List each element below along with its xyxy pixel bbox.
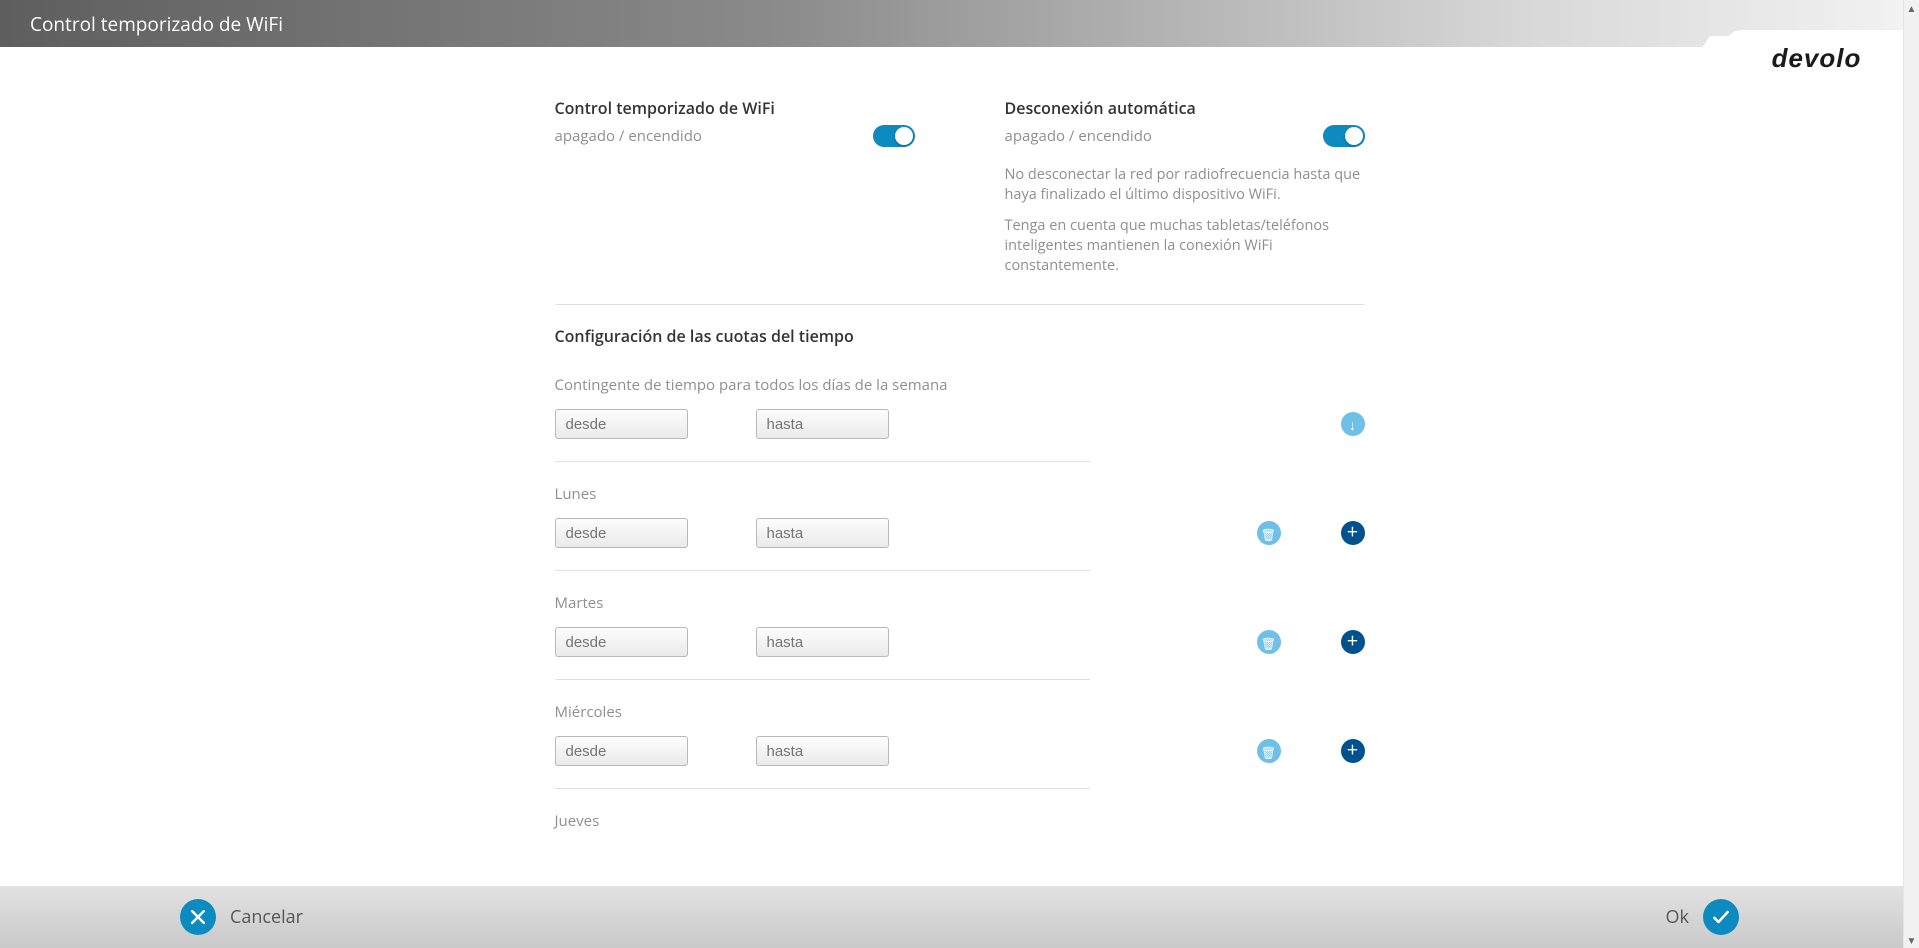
brand-logo: devolo [1772, 43, 1862, 74]
quota-title: Configuración de las cuotas del tiempo [555, 325, 1365, 347]
vertical-scrollbar[interactable]: ▲ ▼ [1903, 0, 1919, 948]
day-label: Jueves [555, 811, 1365, 831]
close-icon [180, 899, 216, 935]
martes-from-input[interactable] [555, 627, 688, 657]
trash-icon [1261, 740, 1276, 762]
auto-disconnect-desc1: No desconectar la red por radiofrecuenci… [1005, 165, 1365, 206]
plus-icon: + [1347, 631, 1358, 651]
wifi-timed-control-section: Control temporizado de WiFi apagado / en… [555, 97, 915, 276]
lunes-from-input[interactable] [555, 518, 688, 548]
quota-all-days-label: Contingente de tiempo para todos los día… [555, 375, 1365, 395]
miercoles-from-input[interactable] [555, 736, 688, 766]
delete-row-button[interactable] [1257, 630, 1281, 654]
all-days-to-input[interactable] [756, 409, 889, 439]
auto-disconnect-subtitle: apagado / encendido [1005, 126, 1152, 146]
divider [555, 304, 1365, 305]
footer-bar: Cancelar Ok [0, 886, 1919, 948]
check-icon [1703, 899, 1739, 935]
plus-icon: + [1347, 522, 1358, 542]
add-row-button[interactable]: + [1341, 521, 1365, 545]
brand-logo-zone: devolo [1724, 30, 1909, 70]
day-divider [555, 679, 1090, 680]
trash-icon [1261, 522, 1276, 544]
quota-day-martes: Martes + [555, 593, 1365, 657]
quota-all-days: Contingente de tiempo para todos los día… [555, 375, 1365, 439]
wifi-control-toggle[interactable] [873, 125, 915, 147]
auto-disconnect-toggle[interactable] [1323, 125, 1365, 147]
copy-down-button[interactable] [1341, 412, 1365, 436]
add-row-button[interactable]: + [1341, 739, 1365, 763]
quota-day-lunes: Lunes + [555, 484, 1365, 548]
auto-disconnect-desc2: Tenga en cuenta que muchas tabletas/telé… [1005, 216, 1365, 277]
day-label: Miércoles [555, 702, 1365, 722]
plus-icon: + [1347, 740, 1358, 760]
ok-label: Ok [1666, 905, 1689, 929]
day-divider [555, 570, 1090, 571]
martes-to-input[interactable] [756, 627, 889, 657]
day-label: Lunes [555, 484, 1365, 504]
scroll-up-arrow[interactable]: ▲ [1904, 0, 1919, 16]
arrow-down-icon [1349, 413, 1356, 435]
wifi-control-title: Control temporizado de WiFi [555, 97, 915, 119]
quota-section: Configuración de las cuotas del tiempo C… [555, 325, 1365, 831]
all-days-from-input[interactable] [555, 409, 688, 439]
page-header: Control temporizado de WiFi [0, 0, 1919, 47]
day-divider [555, 788, 1090, 789]
day-divider [555, 461, 1090, 462]
delete-row-button[interactable] [1257, 521, 1281, 545]
quota-day-jueves: Jueves [555, 811, 1365, 831]
lunes-to-input[interactable] [756, 518, 889, 548]
cancel-button[interactable]: Cancelar [180, 899, 303, 935]
add-row-button[interactable]: + [1341, 630, 1365, 654]
page-title: Control temporizado de WiFi [30, 11, 283, 37]
scroll-down-arrow[interactable]: ▼ [1904, 932, 1919, 948]
ok-button[interactable]: Ok [1666, 899, 1739, 935]
wifi-control-subtitle: apagado / encendido [555, 126, 702, 146]
miercoles-to-input[interactable] [756, 736, 889, 766]
auto-disconnect-title: Desconexión automática [1005, 97, 1365, 119]
main-content: Control temporizado de WiFi apagado / en… [555, 47, 1365, 831]
quota-day-miercoles: Miércoles + [555, 702, 1365, 766]
auto-disconnect-section: Desconexión automática apagado / encendi… [1005, 97, 1365, 276]
day-label: Martes [555, 593, 1365, 613]
delete-row-button[interactable] [1257, 739, 1281, 763]
trash-icon [1261, 631, 1276, 653]
cancel-label: Cancelar [230, 905, 303, 929]
